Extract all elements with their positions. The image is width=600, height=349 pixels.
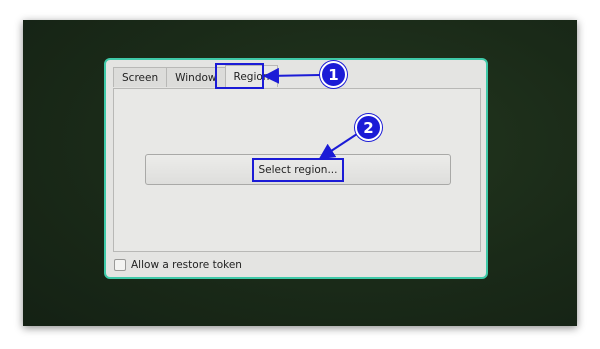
- callout-1-number: 1: [328, 65, 339, 84]
- tab-screen-label: Screen: [122, 71, 159, 84]
- source-tab-bar: Screen Window Region: [113, 65, 279, 89]
- callout-2-number: 2: [363, 118, 374, 137]
- callout-1-badge: 1: [320, 61, 347, 88]
- tab-window[interactable]: Window: [166, 67, 226, 87]
- tab-screen[interactable]: Screen: [113, 67, 168, 87]
- tab-region-label: Region: [233, 70, 270, 83]
- restore-token-label: Allow a restore token: [131, 259, 242, 271]
- callout-2-badge: 2: [355, 114, 382, 141]
- tab-window-label: Window: [175, 71, 217, 84]
- region-tab-panel: Select region...: [113, 88, 481, 252]
- select-region-label: Select region...: [251, 157, 345, 182]
- restore-token-option[interactable]: Allow a restore token: [114, 259, 242, 271]
- restore-token-checkbox[interactable]: [114, 259, 126, 271]
- tab-region[interactable]: Region: [224, 65, 279, 87]
- screencast-dialog: Screen Window Region Select region... Al…: [104, 58, 488, 279]
- select-region-button[interactable]: Select region...: [145, 154, 451, 185]
